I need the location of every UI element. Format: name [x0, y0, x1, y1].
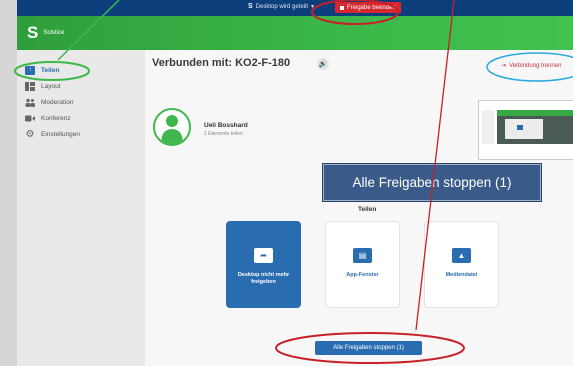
person-icon: [161, 115, 183, 144]
camera-icon: [25, 114, 35, 123]
sidebar-item-label: Moderation: [41, 98, 74, 106]
sidebar: ↑ Teilen Layout Moderation Konferenz ⚙ E…: [17, 50, 145, 366]
tile-media-file[interactable]: ▲ Mediendatei: [424, 221, 499, 308]
sidebar-item-label: Einstellungen: [41, 130, 81, 138]
gear-icon: ⚙: [25, 128, 35, 140]
sidebar-item-konferenz[interactable]: Konferenz: [25, 112, 71, 124]
sharing-bar: S Desktop wird geteilt ▾ Freigabe beende…: [17, 0, 573, 16]
left-margin: [0, 0, 17, 366]
sidebar-item-label: Layout: [41, 82, 61, 90]
sidebar-item-label: Konferenz: [41, 114, 71, 122]
tile-label: Mediendatei: [445, 272, 478, 278]
sidebar-item-layout[interactable]: Layout: [25, 80, 61, 92]
sidebar-item-moderation[interactable]: Moderation: [25, 96, 74, 108]
brand-name: Solstice: [43, 30, 65, 36]
user-avatar: [153, 108, 191, 146]
preview-sidebar: [482, 110, 494, 144]
tile-label: Desktop nicht mehr freigeben: [237, 272, 290, 285]
share-heading: Teilen: [358, 206, 377, 213]
connected-title: Verbunden mit: KO2-F-180: [152, 57, 291, 69]
app-header: S Solstice: [17, 16, 573, 50]
share-indicator[interactable]: S Desktop wird geteilt ▾: [248, 3, 314, 10]
tile-app-window[interactable]: ▤ App-Fenster: [325, 221, 400, 308]
logout-icon: ⇥: [501, 63, 507, 69]
main-panel: Verbunden mit: KO2-F-180 🔊 ⇥ Verbindung …: [145, 50, 573, 366]
share-icon: ↑: [25, 65, 35, 75]
user-share-count: 1 Elemente teilen: [204, 131, 243, 137]
image-icon: ▲: [452, 248, 471, 263]
preview-screen: [497, 110, 573, 144]
stop-sharing-button[interactable]: Freigabe beenden: [335, 2, 401, 13]
share-indicator-label: Desktop wird geteilt: [255, 3, 309, 10]
sidebar-item-teilen[interactable]: ↑ Teilen: [25, 64, 59, 76]
desktop-share-icon: ➦: [254, 248, 273, 263]
stop-sharing-label: Freigabe beenden: [347, 4, 396, 11]
layout-icon: [25, 81, 35, 91]
sidebar-item-einstellungen[interactable]: ⚙ Einstellungen: [25, 128, 81, 140]
chevron-down-icon[interactable]: ▾: [311, 3, 314, 10]
shared-screen-preview[interactable]: [478, 100, 573, 160]
stop-all-button[interactable]: Alle Freigaben stoppen (1): [315, 341, 422, 355]
tile-desktop-stop[interactable]: ➦ Desktop nicht mehr freigeben: [226, 221, 301, 308]
speaker-icon[interactable]: 🔊: [317, 58, 329, 70]
zoom-callout: Alle Freigaben stoppen (1): [322, 163, 542, 202]
sidebar-item-label: Teilen: [41, 66, 60, 74]
tile-label: App-Fenster: [346, 272, 379, 278]
disconnect-button[interactable]: ⇥ Verbindung trennen: [501, 62, 562, 70]
stop-icon: [340, 5, 344, 10]
user-name: Ueli Bosshard: [204, 122, 248, 129]
disconnect-label: Verbindung trennen: [509, 62, 562, 69]
app-logo: S Solstice: [27, 23, 65, 42]
moderation-icon: [25, 98, 35, 107]
solstice-mini-icon: S: [248, 3, 253, 10]
solstice-logo-icon: S: [27, 23, 39, 42]
app-window-icon: ▤: [353, 248, 372, 263]
